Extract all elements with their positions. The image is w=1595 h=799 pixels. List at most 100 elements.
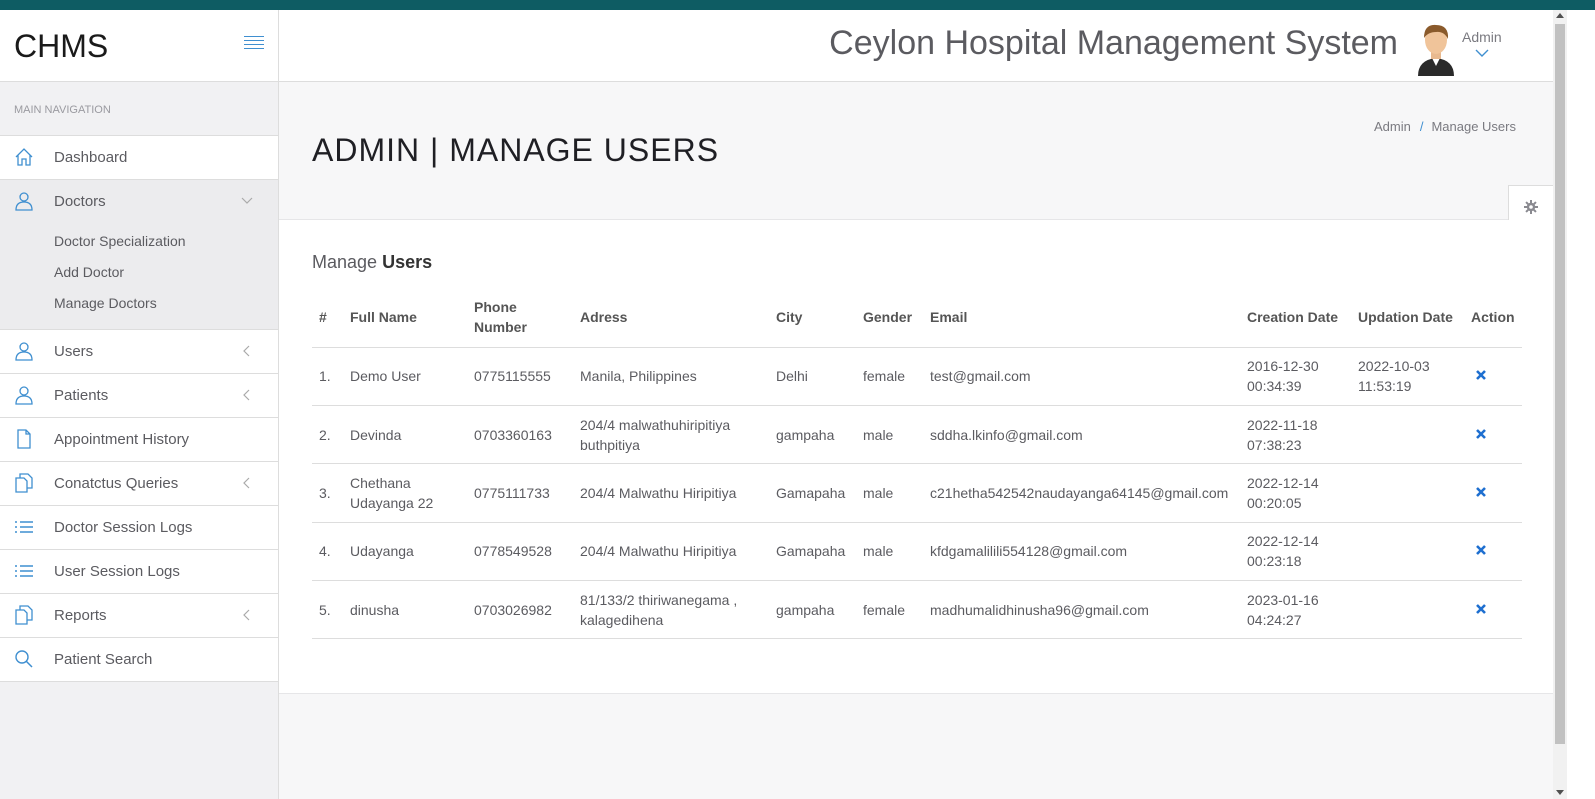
column-header: Action (1464, 287, 1522, 348)
cell-gender: male (856, 522, 923, 582)
sidebar-item-label: Patients (54, 387, 109, 404)
table-header-row: # Full Name Phone Number Adress City Gen… (312, 287, 1522, 348)
chevron-left-icon (243, 345, 250, 357)
column-header: Phone Number (467, 287, 573, 348)
cell-creation-date: 2023-01-16 04:24:27 (1240, 580, 1351, 640)
chevron-down-icon[interactable] (1475, 48, 1489, 58)
cell-action (1464, 347, 1522, 406)
cell-updation-date (1351, 580, 1464, 640)
cell-creation-date: 2016-12-30 00:34:39 (1240, 347, 1351, 406)
cell-email: c21hetha542542naudayanga64145@gmail.com (923, 463, 1240, 523)
delete-icon[interactable] (1475, 544, 1487, 556)
scrollbar-thumb[interactable] (1555, 24, 1565, 744)
cell-updation-date (1351, 463, 1464, 523)
cell-updation-date (1351, 405, 1464, 465)
top-accent-bar (0, 0, 1595, 10)
sidebar-item-users[interactable]: Users (0, 330, 278, 374)
cell-full-name: Demo User (343, 347, 467, 406)
sidebar-item-patient-search[interactable]: Patient Search (0, 638, 278, 682)
table-row: 5. dinusha 0703026982 81/133/2 thiriwane… (312, 580, 1522, 640)
user-icon (15, 342, 33, 361)
delete-icon[interactable] (1475, 603, 1487, 615)
search-icon (15, 650, 33, 668)
delete-icon[interactable] (1475, 486, 1487, 498)
home-icon (15, 148, 33, 166)
vertical-scrollbar[interactable] (1553, 10, 1567, 799)
menu-toggle-icon[interactable] (244, 36, 264, 52)
panel-title-prefix: Manage (312, 252, 378, 272)
sidebar-subitem-add-doctor[interactable]: Add Doctor (0, 261, 278, 292)
sidebar-item-label: Patient Search (54, 651, 153, 668)
cell-phone: 0778549528 (467, 522, 573, 582)
sidebar-item-label: Doctors (54, 193, 106, 210)
cell-num: 4. (312, 522, 343, 582)
cell-action (1464, 463, 1522, 523)
sidebar-item-patients[interactable]: Patients (0, 374, 278, 418)
column-header: Updation Date (1351, 287, 1464, 348)
user-menu-name[interactable]: Admin (1462, 29, 1502, 45)
cell-address: 204/4 Malwathu Hiripitiya (573, 522, 769, 582)
table-row: 4. Udayanga 0778549528 204/4 Malwathu Hi… (312, 522, 1522, 582)
cell-phone: 0703360163 (467, 405, 573, 465)
delete-icon[interactable] (1475, 369, 1487, 381)
cell-num: 5. (312, 580, 343, 640)
sidebar-item-user-session-logs[interactable]: User Session Logs (0, 550, 278, 594)
cell-action (1464, 580, 1522, 640)
cell-address: 204/4 Malwathu Hiripitiya (573, 463, 769, 523)
table-row: 2. Devinda 0703360163 204/4 malwathuhiri… (312, 405, 1522, 465)
gear-icon (1524, 200, 1538, 214)
sidebar-item-label: Users (54, 343, 94, 360)
cell-address: Manila, Philippines (573, 347, 769, 406)
doctors-submenu: Doctor Specialization Add Doctor Manage … (0, 224, 278, 330)
sidebar-item-doctor-session-logs[interactable]: Doctor Session Logs (0, 506, 278, 550)
user-icon (15, 386, 33, 405)
breadcrumb-item-current: Manage Users (1431, 119, 1516, 134)
app-title: Ceylon Hospital Management System (829, 24, 1398, 62)
column-header: # (312, 287, 343, 348)
cell-creation-date: 2022-12-14 00:23:18 (1240, 522, 1351, 582)
sidebar-subitem-manage-doctors[interactable]: Manage Doctors (0, 292, 278, 323)
cell-full-name: dinusha (343, 580, 467, 640)
sidebar-item-contactus-queries[interactable]: Conatctus Queries (0, 462, 278, 506)
chevron-left-icon (243, 609, 250, 621)
cell-creation-date: 2022-11-18 07:38:23 (1240, 405, 1351, 465)
cell-full-name: Udayanga (343, 522, 467, 582)
brand-logo[interactable]: CHMS (14, 28, 108, 65)
sidebar-item-label: Dashboard (54, 149, 128, 166)
list-icon (15, 565, 33, 577)
user-icon (15, 192, 33, 211)
cell-creation-date: 2022-12-14 00:20:05 (1240, 463, 1351, 523)
delete-icon[interactable] (1475, 428, 1487, 440)
sidebar-item-label: Doctor Session Logs (54, 519, 193, 536)
scroll-up-arrow-icon[interactable] (1556, 13, 1564, 18)
sidebar-item-dashboard[interactable]: Dashboard (0, 136, 278, 180)
sidebar-item-appointment-history[interactable]: Appointment History (0, 418, 278, 462)
chevron-left-icon (243, 477, 250, 489)
cell-phone: 0775115555 (467, 347, 573, 406)
chevron-left-icon (243, 389, 250, 401)
cell-email: kfdgamalilili554128@gmail.com (923, 522, 1240, 582)
table-row: 1. Demo User 0775115555 Manila, Philippi… (312, 347, 1522, 406)
cell-city: Gamapaha (769, 522, 856, 582)
cell-phone: 0703026982 (467, 580, 573, 640)
sidebar-subitem-doctor-specialization[interactable]: Doctor Specialization (0, 230, 278, 261)
column-header: Full Name (343, 287, 467, 348)
cell-email: madhumalidhinusha96@gmail.com (923, 580, 1240, 640)
page-title-band: ADMIN | MANAGE USERS Admin / Manage Users (279, 82, 1554, 229)
table-row: 3. Chethana Udayanga 22 0775111733 204/4… (312, 463, 1522, 523)
sidebar-item-doctors[interactable]: Doctors (0, 180, 278, 224)
panel-title: Manage Users (312, 252, 432, 273)
cell-updation-date: 2022-10-03 11:53:19 (1351, 347, 1464, 406)
sidebar-item-label: Reports (54, 607, 107, 624)
breadcrumb-item-admin[interactable]: Admin (1374, 119, 1411, 134)
cell-phone: 0775111733 (467, 463, 573, 523)
cell-gender: male (856, 463, 923, 523)
avatar[interactable] (1414, 22, 1458, 76)
cell-num: 1. (312, 347, 343, 406)
sidebar-item-label: User Session Logs (54, 563, 180, 580)
sidebar-item-reports[interactable]: Reports (0, 594, 278, 638)
scroll-down-arrow-icon[interactable] (1556, 790, 1564, 795)
cell-address: 81/133/2 thiriwanegama , kalagedihena (573, 580, 769, 640)
cell-email: test@gmail.com (923, 347, 1240, 406)
column-header: Adress (573, 287, 769, 348)
